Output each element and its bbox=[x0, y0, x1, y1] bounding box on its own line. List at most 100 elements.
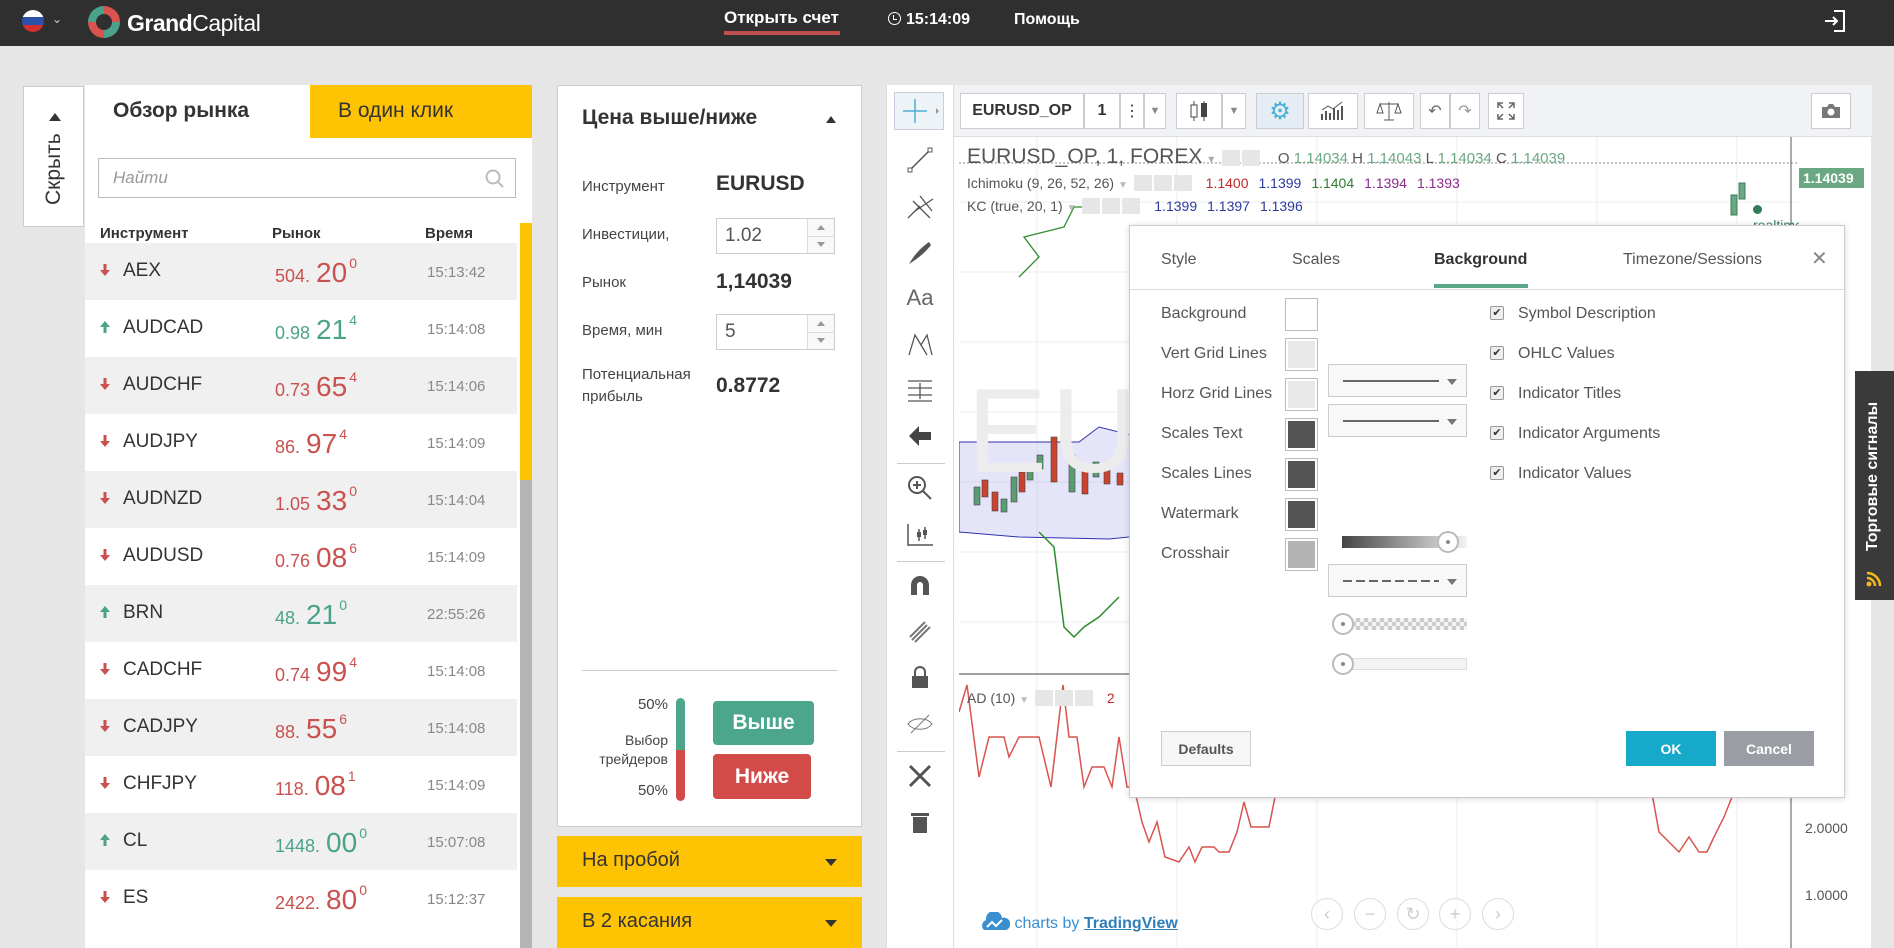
instrument-row[interactable]: AUDCAD 0.98 21 4 15:14:08 bbox=[85, 300, 517, 357]
decrement-button[interactable] bbox=[808, 236, 834, 253]
tab-scales[interactable]: Scales bbox=[1292, 251, 1340, 269]
indicator-title[interactable]: KC (true, 20, 1) bbox=[967, 198, 1063, 214]
instrument-row[interactable]: CHFJPY 118. 08 1 15:14:09 bbox=[85, 756, 517, 813]
instrument-row[interactable]: CADCHF 0.74 99 4 15:14:08 bbox=[85, 642, 517, 699]
eye-icon[interactable] bbox=[1034, 690, 1053, 706]
checkbox[interactable]: ✔ bbox=[1490, 346, 1504, 360]
instrument-row[interactable]: AUDNZD 1.05 33 0 15:14:04 bbox=[85, 471, 517, 528]
eye-icon[interactable] bbox=[1082, 198, 1101, 214]
color-swatch[interactable] bbox=[1285, 298, 1318, 331]
open-account-link[interactable]: Открыть счет bbox=[724, 8, 839, 28]
checkbox[interactable]: ✔ bbox=[1490, 306, 1504, 320]
crosshair-width-slider[interactable] bbox=[1332, 653, 1467, 675]
slider-handle[interactable] bbox=[1332, 613, 1354, 635]
crosshair-tool-button[interactable] bbox=[894, 92, 944, 130]
instrument-row[interactable]: BRN 48. 21 0 22:55:26 bbox=[85, 585, 517, 642]
color-swatch[interactable] bbox=[1285, 498, 1318, 531]
stay-in-drawing-mode-icon[interactable] bbox=[905, 617, 935, 647]
login-icon[interactable] bbox=[1822, 8, 1848, 34]
color-swatch[interactable] bbox=[1285, 538, 1318, 571]
scroll-left-button[interactable]: ‹ bbox=[1311, 898, 1343, 930]
tools-icon[interactable] bbox=[905, 761, 935, 791]
buy-higher-button[interactable]: Выше bbox=[713, 701, 814, 745]
crosshair-opacity-slider[interactable] bbox=[1332, 613, 1467, 635]
gear-icon[interactable] bbox=[1242, 150, 1261, 166]
investment-input[interactable] bbox=[717, 219, 803, 253]
checkbox-label[interactable]: Symbol Description bbox=[1518, 305, 1656, 323]
fib-levels-icon[interactable] bbox=[905, 375, 935, 405]
close-icon[interactable] bbox=[1074, 690, 1093, 706]
tradingview-link[interactable]: TradingView bbox=[1084, 915, 1178, 932]
interval-button[interactable]: 1 bbox=[1084, 93, 1120, 129]
collapse-up-icon[interactable] bbox=[826, 116, 836, 123]
indicator-title[interactable]: Ichimoku (9, 26, 52, 26) bbox=[967, 175, 1114, 191]
defaults-button[interactable]: Defaults bbox=[1161, 731, 1251, 766]
chevron-down-icon[interactable]: ⌄ bbox=[52, 12, 62, 26]
pattern-icon[interactable] bbox=[905, 329, 935, 359]
gear-icon[interactable] bbox=[1054, 690, 1073, 706]
tab-one-click[interactable]: В один клик bbox=[310, 85, 532, 138]
chart-type-candles-icon[interactable] bbox=[1176, 93, 1222, 129]
increment-button[interactable] bbox=[808, 219, 834, 236]
ok-button[interactable]: OK bbox=[1626, 731, 1716, 766]
instrument-row[interactable]: AUDJPY 86. 97 4 15:14:09 bbox=[85, 414, 517, 471]
cancel-button[interactable]: Cancel bbox=[1724, 731, 1814, 766]
horz-grid-line-style-select[interactable] bbox=[1328, 404, 1467, 437]
trend-line-icon[interactable] bbox=[905, 145, 935, 175]
checkbox-label[interactable]: Indicator Arguments bbox=[1518, 425, 1660, 443]
settings-gear-icon[interactable]: ⚙ bbox=[1256, 93, 1304, 129]
series-title[interactable]: EURUSD_OP, 1, FOREX bbox=[967, 145, 1202, 168]
screenshot-camera-icon[interactable] bbox=[1811, 93, 1851, 129]
increment-button[interactable] bbox=[808, 315, 834, 332]
tab-background[interactable]: Background bbox=[1434, 251, 1527, 269]
close-icon[interactable] bbox=[1122, 198, 1141, 214]
search-icon[interactable] bbox=[485, 169, 505, 189]
gear-icon[interactable] bbox=[1153, 175, 1172, 191]
arrow-left-icon[interactable] bbox=[905, 421, 935, 451]
column-header-time[interactable]: Время bbox=[425, 225, 473, 242]
indicators-icon[interactable] bbox=[1308, 93, 1358, 129]
eye-icon[interactable] bbox=[1222, 150, 1241, 166]
watermark-opacity-slider[interactable] bbox=[1342, 531, 1467, 553]
zoom-in-icon[interactable] bbox=[905, 473, 935, 503]
instrument-row[interactable]: AEX 504. 20 0 15:13:42 bbox=[85, 243, 517, 300]
help-link[interactable]: Помощь bbox=[1014, 11, 1080, 29]
color-swatch[interactable] bbox=[1285, 418, 1318, 451]
color-swatch[interactable] bbox=[1285, 378, 1318, 411]
instrument-row[interactable]: AUDUSD 0.76 08 6 15:14:09 bbox=[85, 528, 517, 585]
column-header-market[interactable]: Рынок bbox=[272, 225, 321, 242]
instrument-row[interactable]: CL 1448. 00 0 15:07:08 bbox=[85, 813, 517, 870]
compare-scales-icon[interactable] bbox=[1364, 93, 1414, 129]
trade-panel-title[interactable]: Цена выше/ниже bbox=[582, 106, 757, 130]
slider-handle[interactable] bbox=[1437, 531, 1460, 553]
chart-type-dropdown-icon[interactable]: ▼ bbox=[1222, 93, 1246, 129]
language-flag-icon[interactable] bbox=[22, 10, 44, 32]
trash-icon[interactable] bbox=[905, 807, 935, 837]
pitchfork-icon[interactable] bbox=[905, 191, 935, 221]
lock-icon[interactable] bbox=[905, 663, 935, 693]
checkbox-label[interactable]: OHLC Values bbox=[1518, 345, 1615, 363]
close-icon[interactable]: ✕ bbox=[1811, 246, 1828, 271]
decrement-button[interactable] bbox=[808, 332, 834, 349]
reset-chart-button[interactable]: ↻ bbox=[1397, 898, 1429, 930]
brand-name[interactable]: GrandCapital bbox=[127, 10, 261, 37]
redo-icon[interactable]: ↷ bbox=[1450, 93, 1480, 129]
text-tool-icon[interactable]: Aa bbox=[905, 283, 935, 313]
checkbox-label[interactable]: Indicator Titles bbox=[1518, 385, 1621, 403]
column-header-instrument[interactable]: Инструмент bbox=[100, 225, 188, 242]
accordion-breakout[interactable]: На пробой bbox=[557, 836, 862, 887]
instrument-row[interactable]: ES 2422. 80 0 15:12:37 bbox=[85, 870, 517, 927]
symbol-search-button[interactable]: EURUSD_OP bbox=[960, 93, 1084, 129]
scrollbar-thumb[interactable] bbox=[520, 223, 532, 480]
vert-grid-line-style-select[interactable] bbox=[1328, 364, 1467, 397]
buy-lower-button[interactable]: Ниже bbox=[713, 754, 811, 799]
instrument-row[interactable]: AUDCHF 0.73 65 4 15:14:06 bbox=[85, 357, 517, 414]
close-icon[interactable] bbox=[1173, 175, 1192, 191]
more-intervals-icon[interactable]: ⋮ bbox=[1120, 93, 1144, 129]
instrument-row[interactable]: CADJPY 88. 55 6 15:14:08 bbox=[85, 699, 517, 756]
indicator-title[interactable]: AD (10) bbox=[967, 690, 1015, 706]
crosshair-line-style-select[interactable] bbox=[1328, 564, 1467, 597]
checkbox[interactable]: ✔ bbox=[1490, 426, 1504, 440]
checkbox-label[interactable]: Indicator Values bbox=[1518, 465, 1632, 483]
color-swatch[interactable] bbox=[1285, 338, 1318, 371]
